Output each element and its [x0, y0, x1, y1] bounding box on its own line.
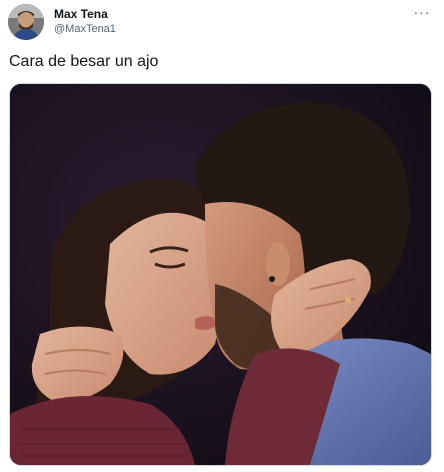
photo-kiss-icon — [10, 84, 431, 465]
author-avatar[interactable] — [8, 4, 44, 40]
tweet-text: Cara de besar un ajo — [9, 53, 159, 70]
avatar-photo-icon — [8, 4, 44, 40]
more-options-icon[interactable]: ··· — [412, 2, 432, 22]
tweet-photo[interactable] — [9, 83, 432, 466]
author-names: Max Tena @MaxTena1 — [54, 7, 116, 36]
tweet-header: Max Tena @MaxTena1 ··· — [0, 0, 444, 42]
author-display-name[interactable]: Max Tena — [54, 7, 116, 21]
author-handle[interactable]: @MaxTena1 — [54, 22, 116, 36]
tweet-card: Max Tena @MaxTena1 ··· Cara de besar un … — [0, 0, 444, 472]
